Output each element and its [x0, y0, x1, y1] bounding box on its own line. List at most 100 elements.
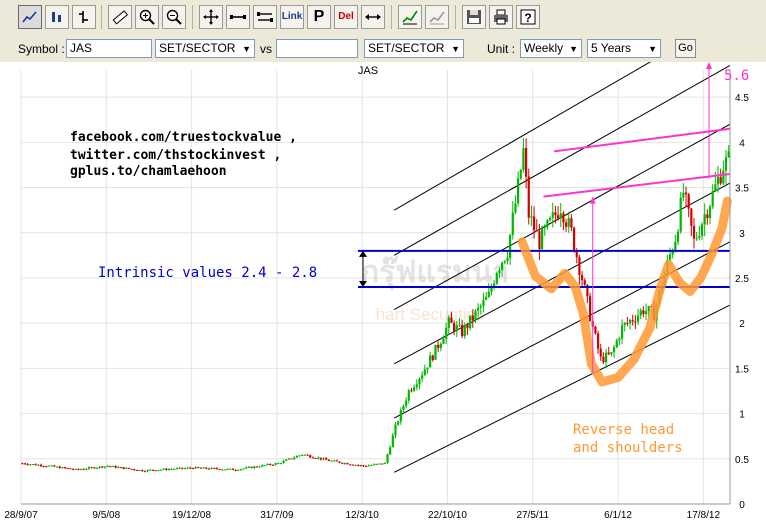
- candle-body: [354, 464, 357, 466]
- candle-body: [375, 463, 378, 465]
- pan-icon[interactable]: [199, 5, 223, 29]
- print-icon[interactable]: [489, 5, 513, 29]
- candle-body: [580, 274, 584, 281]
- bar-chart-icon[interactable]: [45, 5, 69, 29]
- compare-icon[interactable]: [425, 5, 449, 29]
- zoom-out-icon[interactable]: [162, 5, 186, 29]
- candle-body: [309, 455, 312, 458]
- candle-body: [402, 406, 405, 411]
- candle-body: [178, 467, 181, 469]
- save-icon[interactable]: [462, 5, 486, 29]
- candle-body: [644, 311, 648, 315]
- x-tick-label: 27/5/11: [516, 510, 549, 521]
- ohlc-chart-icon[interactable]: [72, 5, 96, 29]
- candle-body: [636, 315, 640, 322]
- candle-body: [87, 467, 91, 469]
- candle-body: [295, 456, 298, 458]
- candle-body: [692, 226, 696, 239]
- candle-body: [716, 177, 720, 185]
- svg-text:กรุ๊ฟแรมนา: กรุ๊ฟแรมนา: [361, 255, 509, 291]
- candle-body: [647, 306, 650, 312]
- symbol-input[interactable]: JAS: [66, 39, 152, 58]
- candle-body: [455, 325, 458, 332]
- social-link-facebook: facebook.com/truestockvalue ,: [70, 130, 297, 145]
- candle-body: [154, 470, 157, 472]
- candle-body: [373, 464, 376, 466]
- indicator-icon[interactable]: [398, 5, 422, 29]
- candle-body: [26, 464, 29, 466]
- candle-body: [127, 467, 131, 469]
- candle-body: [551, 212, 554, 218]
- candle-body: [231, 468, 235, 471]
- candle-body: [50, 465, 53, 467]
- candle-body: [626, 323, 629, 325]
- candle-body: [210, 467, 213, 469]
- ruler-icon[interactable]: [108, 5, 132, 29]
- candle-body: [447, 317, 450, 328]
- horizontal-line-icon[interactable]: [226, 5, 250, 29]
- candle-body: [365, 466, 368, 468]
- candle-body: [453, 322, 456, 332]
- p-button[interactable]: P: [307, 5, 331, 29]
- compare-market-select[interactable]: SET/SECTOR ▼: [364, 39, 464, 58]
- compare-symbol-input[interactable]: [276, 39, 358, 58]
- period-select[interactable]: 5 Years ▼: [587, 39, 661, 58]
- candle-body: [442, 338, 445, 344]
- unit-select[interactable]: Weekly ▼: [520, 39, 582, 58]
- candle-body: [727, 151, 730, 158]
- candle-body: [287, 458, 290, 460]
- delete-button[interactable]: Del: [334, 5, 358, 29]
- price-chart: JAS กรุ๊ฟแรมนา hart Securities 0 0.5 1 1.5 2…: [0, 62, 766, 528]
- candle-body: [684, 192, 688, 195]
- candle-body: [509, 234, 512, 259]
- candle-body: [191, 468, 195, 470]
- candle-body: [93, 467, 96, 469]
- candle-body: [642, 310, 645, 315]
- candle-body: [189, 467, 192, 469]
- zoom-in-icon[interactable]: [135, 5, 159, 29]
- candle-body: [42, 466, 45, 468]
- candle-body: [530, 216, 533, 218]
- candle-body: [263, 465, 266, 467]
- y-tick-label: 3.5: [735, 184, 749, 195]
- channel-line-icon[interactable]: [253, 5, 277, 29]
- link-button[interactable]: Link: [280, 5, 304, 29]
- candle-body: [258, 466, 261, 468]
- candle-body: [679, 197, 682, 232]
- candle-body: [578, 257, 581, 275]
- line-chart-icon[interactable]: [18, 5, 42, 29]
- candle-body: [514, 203, 517, 213]
- candle-body: [181, 467, 184, 469]
- candle-body: [247, 466, 250, 468]
- candle-body: [95, 467, 99, 469]
- candle-body: [556, 215, 560, 219]
- candle-body: [21, 463, 24, 465]
- candle-body: [618, 338, 621, 341]
- compare-market-select-value: SET/SECTOR: [368, 41, 445, 55]
- candle-body: [282, 460, 285, 464]
- candle-body: [546, 220, 549, 228]
- y-tick-label: 4.5: [735, 93, 749, 104]
- candle-body: [141, 469, 144, 472]
- candle-body: [53, 465, 56, 467]
- resize-icon[interactable]: [361, 5, 385, 29]
- candle-body: [367, 465, 370, 467]
- market-select[interactable]: SET/SECTOR ▼: [155, 39, 255, 58]
- candle-body: [338, 461, 341, 463]
- candle-body: [450, 317, 453, 323]
- candle-body: [610, 352, 613, 355]
- candle-body: [604, 352, 608, 363]
- candle-body: [421, 375, 424, 379]
- candle-body: [31, 464, 35, 466]
- candle-body: [439, 343, 442, 348]
- candle-body: [63, 467, 67, 469]
- go-button[interactable]: Go: [675, 39, 696, 58]
- help-icon[interactable]: ?: [516, 5, 540, 29]
- candle-body: [237, 470, 240, 472]
- candle-body: [167, 469, 171, 471]
- candle-body: [381, 463, 384, 465]
- candle-body: [290, 458, 293, 460]
- candle-body: [69, 468, 72, 470]
- candle-body: [274, 463, 277, 465]
- candle-body: [79, 469, 83, 471]
